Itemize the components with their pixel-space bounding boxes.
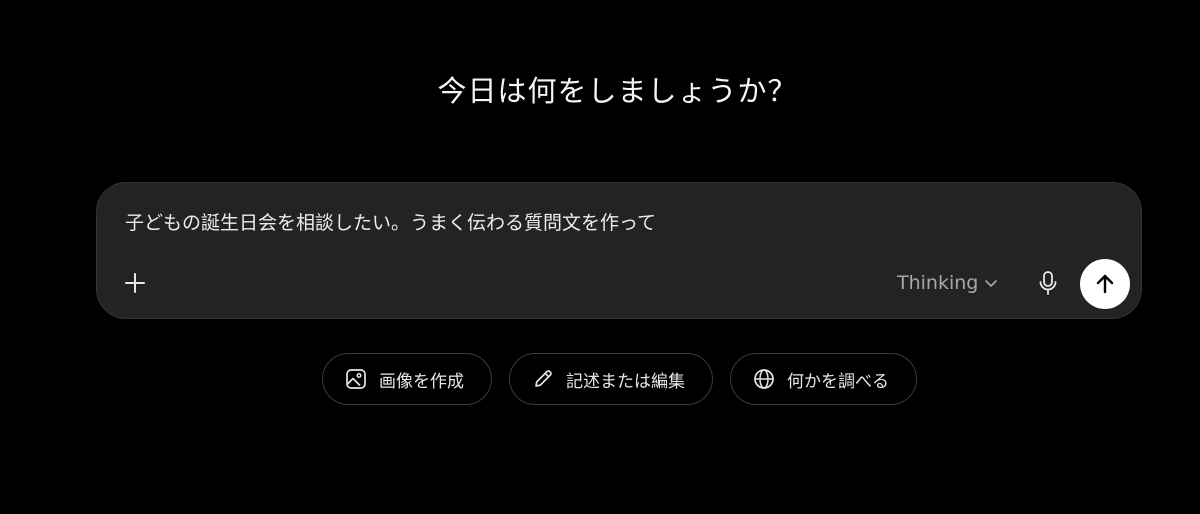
write-or-edit-chip[interactable]: 記述または編集 [509,353,713,405]
model-selector-label: Thinking [897,272,979,294]
model-selector[interactable]: Thinking [897,267,998,299]
create-image-label: 画像を作成 [379,371,464,392]
microphone-icon [1037,270,1059,296]
plus-icon [124,272,146,294]
create-image-chip[interactable]: 画像を作成 [322,353,492,405]
write-or-edit-label: 記述または編集 [566,371,685,392]
send-button[interactable] [1080,259,1130,309]
pencil-icon [532,368,554,390]
chat-home-page: 今日は何をしましょうか？ 子どもの誕生日会を相談したい。うまく伝わる質問文を作っ… [0,0,1200,514]
page-title: 今日は何をしましょうか？ [437,74,798,108]
arrow-up-icon [1094,273,1116,295]
message-composer[interactable]: 子どもの誕生日会を相談したい。うまく伝わる質問文を作って Thinking [96,182,1142,319]
suggestion-chips: 画像を作成 記述または編集 何かを調べる [322,353,917,405]
globe-icon [753,368,775,390]
chevron-down-icon [984,276,998,290]
prompt-input[interactable]: 子どもの誕生日会を相談したい。うまく伝わる質問文を作って [125,208,656,235]
voice-input-button[interactable] [1031,266,1065,300]
image-icon [345,368,367,390]
research-chip[interactable]: 何かを調べる [730,353,917,405]
research-label: 何かを調べる [787,371,889,392]
add-attachment-button[interactable] [117,265,153,301]
